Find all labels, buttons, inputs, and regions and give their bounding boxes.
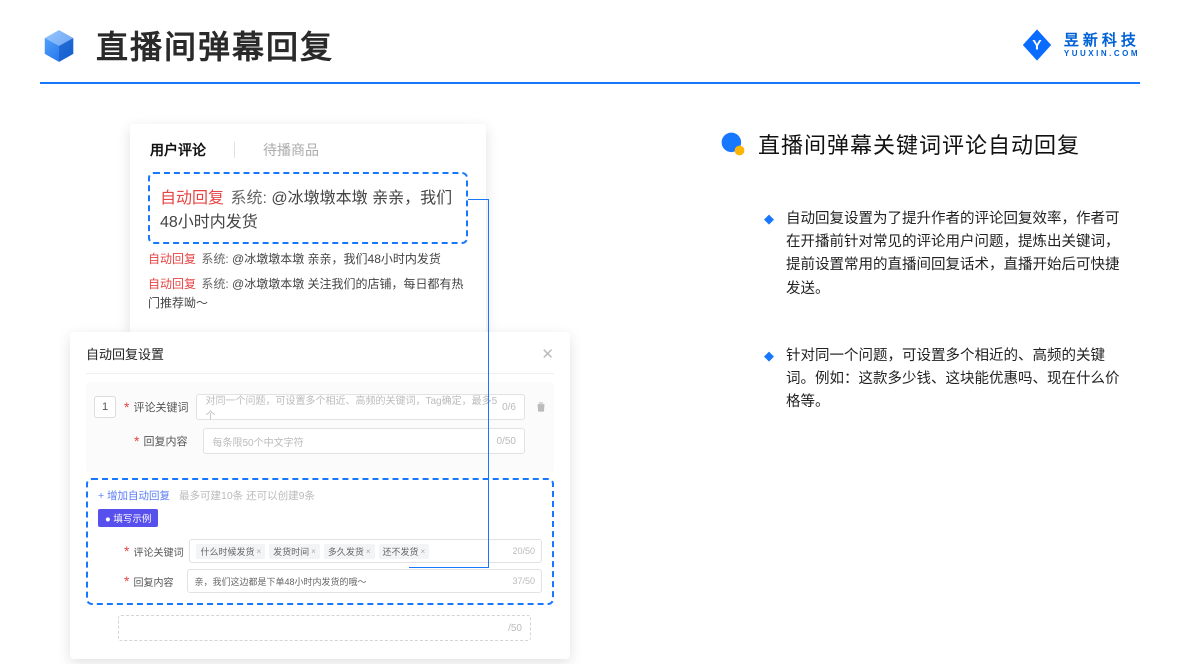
diamond-bullet-icon: ◆ xyxy=(764,211,774,301)
comments-tabs: 用户评论 待播商品 xyxy=(148,140,468,172)
ex-content-count: 37/50 xyxy=(512,576,535,586)
section-heading-row: 直播间弹幕关键词评论自动回复 xyxy=(720,128,1130,160)
tab-separator xyxy=(234,142,235,158)
add-reply-hint: 最多可建10条 还可以创建9条 xyxy=(179,490,315,502)
system-label: 系统: xyxy=(230,190,271,207)
explanation-column: 直播间弹幕关键词评论自动回复 ◆ 自动回复设置为了提升作者的评论回复效率，作者可… xyxy=(720,124,1140,594)
bullet-item: ◆ 针对同一个问题，可设置多个相近的、高频的关键词。例如：这款多少钱、这块能优惠… xyxy=(720,345,1130,415)
comment-text: @冰墩墩本墩 亲亲，我们48小时内发货 xyxy=(232,252,441,266)
ex-content-label: 回复内容 xyxy=(133,574,181,589)
required-dot: * xyxy=(124,399,129,415)
ex-content-text: 亲，我们这边都是下单48小时内发货的哦～ xyxy=(194,575,366,588)
brand-name-en: YUUXIN.COM xyxy=(1064,50,1140,58)
tag-chip: 发货时间× xyxy=(269,544,320,559)
screenshot-composite: 用户评论 待播商品 自动回复 系统: @冰墩墩本墩 亲亲，我们48小时内发货 自… xyxy=(130,124,630,594)
auto-reply-badge: 自动回复 xyxy=(148,277,196,291)
bullet-text: 自动回复设置为了提升作者的评论回复效率，作者可在开播前针对常见的评论用户问题，提… xyxy=(786,208,1130,301)
ex-keyword-input[interactable]: 什么时候发货× 发货时间× 多久发货× 还不发货× 20/50 xyxy=(189,539,542,563)
ghost-input[interactable]: /50 xyxy=(118,615,531,641)
example-block: + 增加自动回复 最多可建10条 还可以创建9条 ● 填写示例 * 评论关键词 … xyxy=(86,478,554,605)
content-placeholder: 每条限50个中文字符 xyxy=(212,434,303,449)
brand-logo: Y 昱新科技 YUUXIN.COM xyxy=(1020,28,1140,62)
cube-icon xyxy=(40,27,78,65)
close-icon[interactable]: ✕ xyxy=(541,345,554,363)
tab-products[interactable]: 待播商品 xyxy=(263,140,319,160)
callout-line xyxy=(488,199,489,567)
comment-row: 自动回复 系统: @冰墩墩本墩 亲亲，我们48小时内发货 xyxy=(148,250,468,269)
tab-user-comments[interactable]: 用户评论 xyxy=(150,140,206,160)
ex-keyword-count: 20/50 xyxy=(512,546,535,556)
brand-name-cn: 昱新科技 xyxy=(1064,33,1140,48)
required-dot: * xyxy=(124,543,129,559)
comment-row: 自动回复 系统: @冰墩墩本墩 关注我们的店铺，每日都有热门推荐呦～ xyxy=(148,275,468,313)
tag-chip: 什么时候发货× xyxy=(196,544,265,559)
add-reply-link[interactable]: + 增加自动回复 最多可建10条 还可以创建9条 xyxy=(98,488,542,503)
trash-icon[interactable] xyxy=(534,400,548,414)
add-reply-text: + 增加自动回复 xyxy=(98,490,170,502)
ghost-count: /50 xyxy=(508,623,522,634)
settings-title: 自动回复设置 xyxy=(86,344,164,363)
tag-chip: 还不发货× xyxy=(379,544,430,559)
content-count: 0/50 xyxy=(497,436,516,447)
diamond-bullet-icon: ◆ xyxy=(764,348,774,415)
auto-reply-badge: 自动回复 xyxy=(148,252,196,266)
system-label: 系统: xyxy=(201,277,232,291)
content-label: 回复内容 xyxy=(143,433,195,449)
brand-mark-icon: Y xyxy=(1020,28,1054,62)
index-box: 1 xyxy=(94,396,116,418)
example-content-row: * 回复内容 亲，我们这边都是下单48小时内发货的哦～ 37/50 xyxy=(98,569,542,593)
svg-text:Y: Y xyxy=(1032,37,1042,53)
section-heading: 直播间弹幕关键词评论自动回复 xyxy=(758,128,1080,160)
brand-text: 昱新科技 YUUXIN.COM xyxy=(1064,33,1140,58)
ex-content-input[interactable]: 亲，我们这边都是下单48小时内发货的哦～ 37/50 xyxy=(187,569,542,593)
auto-reply-badge: 自动回复 xyxy=(160,190,224,207)
content-row: * 回复内容 每条限50个中文字符 0/50 xyxy=(134,428,548,454)
bullet-item: ◆ 自动回复设置为了提升作者的评论回复效率，作者可在开播前针对常见的评论用户问题… xyxy=(720,208,1130,301)
content-input[interactable]: 每条限50个中文字符 0/50 xyxy=(203,428,525,454)
highlighted-comment: 自动回复 系统: @冰墩墩本墩 亲亲，我们48小时内发货 xyxy=(148,172,468,244)
bubble-icon xyxy=(720,131,746,157)
page-title: 直播间弹幕回复 xyxy=(96,22,334,68)
keyword-count: 0/6 xyxy=(502,402,516,413)
settings-panel: 自动回复设置 ✕ 1 * 评论关键词 对同一个问题，可设置多个相近、高频的关键词… xyxy=(70,332,570,659)
example-keyword-row: * 评论关键词 什么时候发货× 发货时间× 多久发货× 还不发货× 20/50 xyxy=(98,539,542,563)
example-badge: ● 填写示例 xyxy=(98,509,158,527)
system-label: 系统: xyxy=(201,252,232,266)
required-dot: * xyxy=(124,573,129,589)
tag-chip: 多久发货× xyxy=(324,544,375,559)
bullet-text: 针对同一个问题，可设置多个相近的、高频的关键词。例如：这款多少钱、这块能优惠吗、… xyxy=(786,345,1130,415)
ex-keyword-label: 评论关键词 xyxy=(133,544,183,559)
page-header: 直播间弹幕回复 Y 昱新科技 YUUXIN.COM xyxy=(0,0,1180,68)
callout-line xyxy=(468,199,488,200)
keyword-placeholder: 对同一个问题，可设置多个相近、高频的关键词，Tag确定，最多5个 xyxy=(205,392,502,422)
callout-line xyxy=(409,567,489,568)
comments-panel: 用户评论 待播商品 自动回复 系统: @冰墩墩本墩 亲亲，我们48小时内发货 自… xyxy=(130,124,486,334)
keyword-row: 1 * 评论关键词 对同一个问题，可设置多个相近、高频的关键词，Tag确定，最多… xyxy=(92,394,548,420)
required-dot: * xyxy=(134,433,139,449)
settings-title-row: 自动回复设置 ✕ xyxy=(86,344,554,374)
ghost-row: /50 xyxy=(118,615,554,641)
keyword-label: 评论关键词 xyxy=(133,399,188,415)
keyword-input[interactable]: 对同一个问题，可设置多个相近、高频的关键词，Tag确定，最多5个 0/6 xyxy=(196,394,525,420)
settings-body: 1 * 评论关键词 对同一个问题，可设置多个相近、高频的关键词，Tag确定，最多… xyxy=(86,382,554,472)
